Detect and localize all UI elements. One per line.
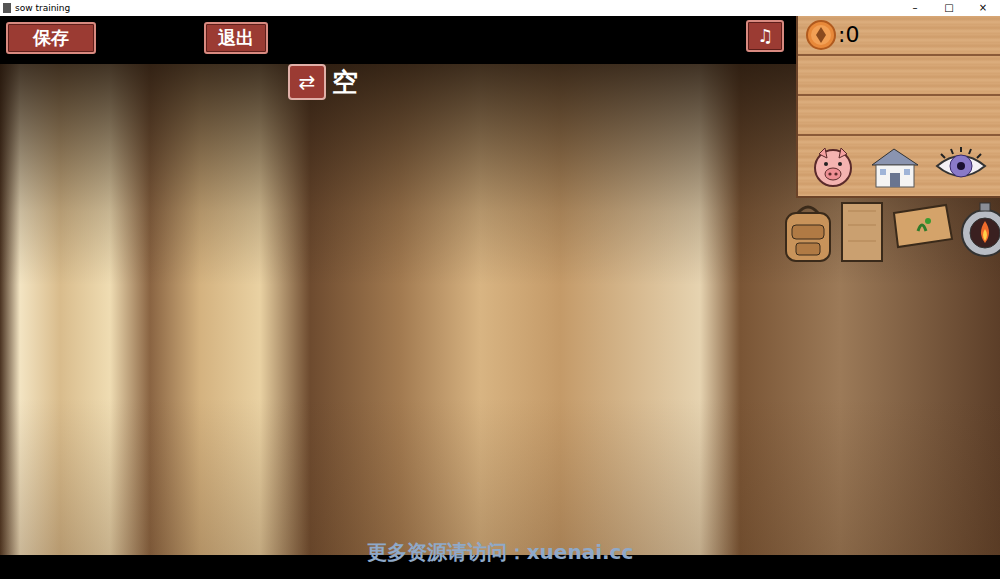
exit-button[interactable]: 退出 xyxy=(204,22,268,54)
menu-icons xyxy=(798,136,1000,196)
notice-board-icon[interactable] xyxy=(840,201,884,263)
watermark: 更多资源请访问：xuenai.cc xyxy=(0,540,1000,564)
backpack-icon[interactable] xyxy=(782,201,834,263)
status-panel: :0 xyxy=(796,16,1000,198)
swap-button[interactable]: ⇄ xyxy=(288,64,326,100)
game-area[interactable]: 保存 退出 ♫ ⇄空 :0 更多资源请访问：xuenai.cc xyxy=(0,16,1000,579)
minimize-button[interactable]: – xyxy=(898,0,932,16)
item-slot: ⇄空 xyxy=(288,64,358,100)
music-button[interactable]: ♫ xyxy=(746,20,784,52)
coin-icon[interactable] xyxy=(806,20,836,50)
maximize-button[interactable]: □ xyxy=(932,0,966,16)
empty-plank xyxy=(798,96,1000,136)
close-button[interactable]: × xyxy=(966,0,1000,16)
window-title: sow training xyxy=(11,0,898,16)
stove-icon[interactable] xyxy=(960,201,1000,263)
slot-label: 空 xyxy=(332,69,358,95)
wallet-row: :0 xyxy=(798,16,1000,56)
house-icon[interactable] xyxy=(868,143,922,189)
tool-icons xyxy=(782,201,1000,263)
map-icon[interactable] xyxy=(890,201,954,249)
empty-plank xyxy=(798,56,1000,96)
title-bar: sow training –□× xyxy=(0,0,1000,16)
pig-icon[interactable] xyxy=(811,144,855,188)
save-button[interactable]: 保存 xyxy=(6,22,96,54)
app-icon xyxy=(3,3,11,13)
eye-icon[interactable] xyxy=(935,144,987,188)
coin-amount: :0 xyxy=(838,24,859,46)
